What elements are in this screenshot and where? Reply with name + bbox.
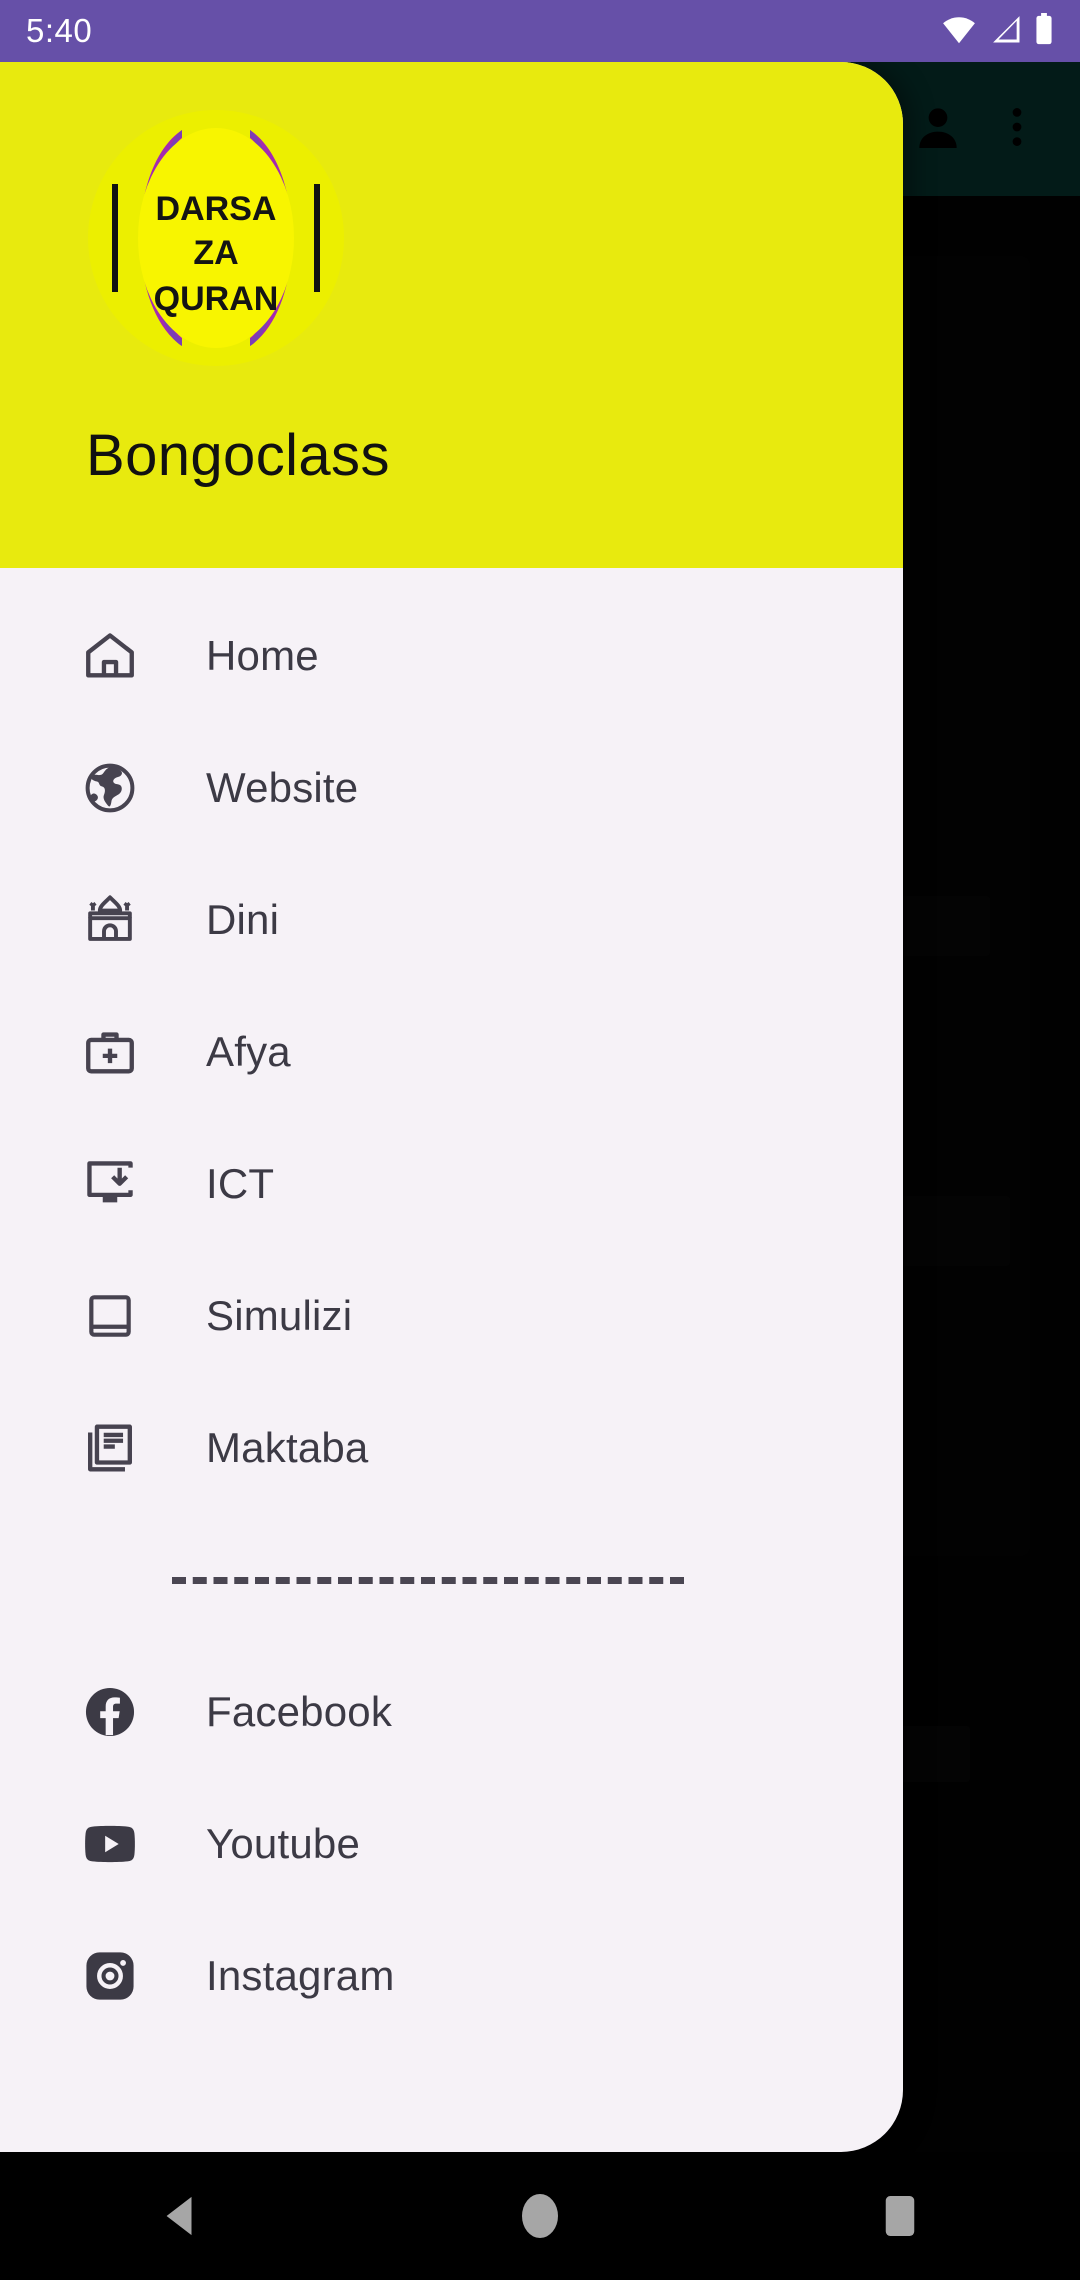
drawer-menu: Home Website Dini Afya ICT Simulizi Makt… <box>0 568 903 2152</box>
menu-item-website[interactable]: Website <box>0 722 903 854</box>
navigation-drawer: DARSA ZA QURAN Bongoclass Home Website D… <box>0 62 903 2152</box>
battery-icon <box>1034 12 1054 50</box>
drawer-header: DARSA ZA QURAN Bongoclass <box>0 62 903 568</box>
globe-icon <box>78 756 142 820</box>
logo-line-1: DARSA <box>156 190 277 228</box>
youtube-icon <box>78 1812 142 1876</box>
menu-item-facebook[interactable]: Facebook <box>0 1646 903 1778</box>
brand-name: Bongoclass <box>86 423 390 488</box>
cellular-signal-icon <box>989 14 1023 49</box>
menu-item-simulizi[interactable]: Simulizi <box>0 1250 903 1382</box>
menu-item-instagram[interactable]: Instagram <box>0 1910 903 2042</box>
menu-item-label: Dini <box>206 896 280 943</box>
logo-line-2: ZA <box>193 234 238 272</box>
menu-item-home[interactable]: Home <box>0 590 903 722</box>
facebook-icon <box>78 1680 142 1744</box>
article-icon <box>78 1416 142 1480</box>
phone-screen: DARSA ZA QURAN Bongoclass Home Website D… <box>0 0 1080 2280</box>
menu-item-label: Afya <box>206 1028 291 1075</box>
menu-item-maktaba[interactable]: Maktaba <box>0 1382 903 1514</box>
menu-item-label: Maktaba <box>206 1424 369 1471</box>
dashed-divider <box>172 1576 684 1584</box>
menu-item-label: Home <box>206 632 319 679</box>
home-button[interactable] <box>440 2152 640 2280</box>
wifi-icon <box>940 14 978 49</box>
menu-item-label: Instagram <box>206 1952 395 1999</box>
status-bar-icons <box>940 12 1054 50</box>
mosque-icon <box>78 888 142 952</box>
monitor-download-icon <box>78 1152 142 1216</box>
status-bar-clock: 5:40 <box>26 12 93 49</box>
book-icon <box>78 1284 142 1348</box>
recents-button[interactable] <box>800 2152 1000 2280</box>
menu-item-label: Website <box>206 764 359 811</box>
logo-line-3: QURAN <box>154 280 279 318</box>
drawer-divider <box>0 1514 903 1646</box>
back-button[interactable] <box>80 2152 280 2280</box>
menu-item-label: Simulizi <box>206 1292 353 1339</box>
home-circle-icon <box>522 2194 558 2238</box>
back-triangle-icon <box>166 2196 192 2236</box>
menu-item-label: ICT <box>206 1160 275 1207</box>
menu-item-afya[interactable]: Afya <box>0 986 903 1118</box>
status-bar: 5:40 <box>0 0 1080 62</box>
medical-kit-icon <box>78 1020 142 1084</box>
menu-item-label: Facebook <box>206 1688 393 1735</box>
instagram-icon <box>78 1944 142 2008</box>
menu-item-dini[interactable]: Dini <box>0 854 903 986</box>
android-nav-bar <box>0 2152 1080 2280</box>
menu-item-youtube[interactable]: Youtube <box>0 1778 903 1910</box>
darsa-za-quran-logo: DARSA ZA QURAN <box>86 108 346 368</box>
home-icon <box>78 624 142 688</box>
recents-square-icon <box>885 2196 915 2236</box>
menu-item-ict[interactable]: ICT <box>0 1118 903 1250</box>
menu-item-label: Youtube <box>206 1820 361 1867</box>
